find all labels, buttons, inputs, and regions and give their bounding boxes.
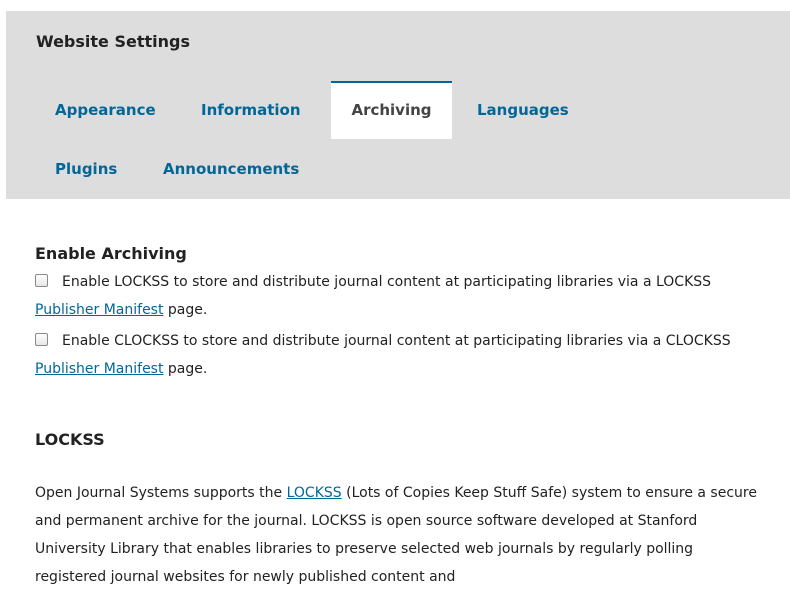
lockss-description-text: Open Journal Systems supports the [35, 485, 287, 501]
clockss-checkbox[interactable] [35, 333, 48, 346]
tab-languages[interactable]: Languages [477, 101, 569, 119]
lockss-heading: LOCKSS [35, 430, 105, 449]
lockss-description: Open Journal Systems supports the LOCKSS… [35, 479, 765, 589]
settings-header: Website Settings Appearance Information … [6, 11, 790, 199]
tab-plugins[interactable]: Plugins [55, 160, 117, 178]
website-settings-page: Website Settings Appearance Information … [0, 0, 790, 589]
lockss-link[interactable]: LOCKSS [287, 485, 342, 501]
tab-announcements[interactable]: Announcements [163, 160, 299, 178]
tab-appearance[interactable]: Appearance [55, 101, 156, 119]
clockss-option: Enable CLOCKSS to store and distribute j… [35, 327, 765, 383]
clockss-option-text: Enable CLOCKSS to store and distribute j… [62, 333, 731, 349]
clockss-publisher-manifest-link[interactable]: Publisher Manifest [35, 361, 163, 377]
lockss-publisher-manifest-link[interactable]: Publisher Manifest [35, 302, 163, 318]
clockss-option-text-end: page. [163, 361, 208, 377]
lockss-option-text: Enable LOCKSS to store and distribute jo… [62, 274, 712, 290]
tab-archiving[interactable]: Archiving [331, 81, 452, 139]
tab-information[interactable]: Information [201, 101, 301, 119]
enable-archiving-heading: Enable Archiving [35, 244, 187, 263]
lockss-option-text-end: page. [163, 302, 208, 318]
tab-archiving-label: Archiving [351, 101, 432, 119]
lockss-checkbox[interactable] [35, 274, 48, 287]
lockss-option: Enable LOCKSS to store and distribute jo… [35, 268, 765, 324]
page-title: Website Settings [36, 32, 190, 51]
